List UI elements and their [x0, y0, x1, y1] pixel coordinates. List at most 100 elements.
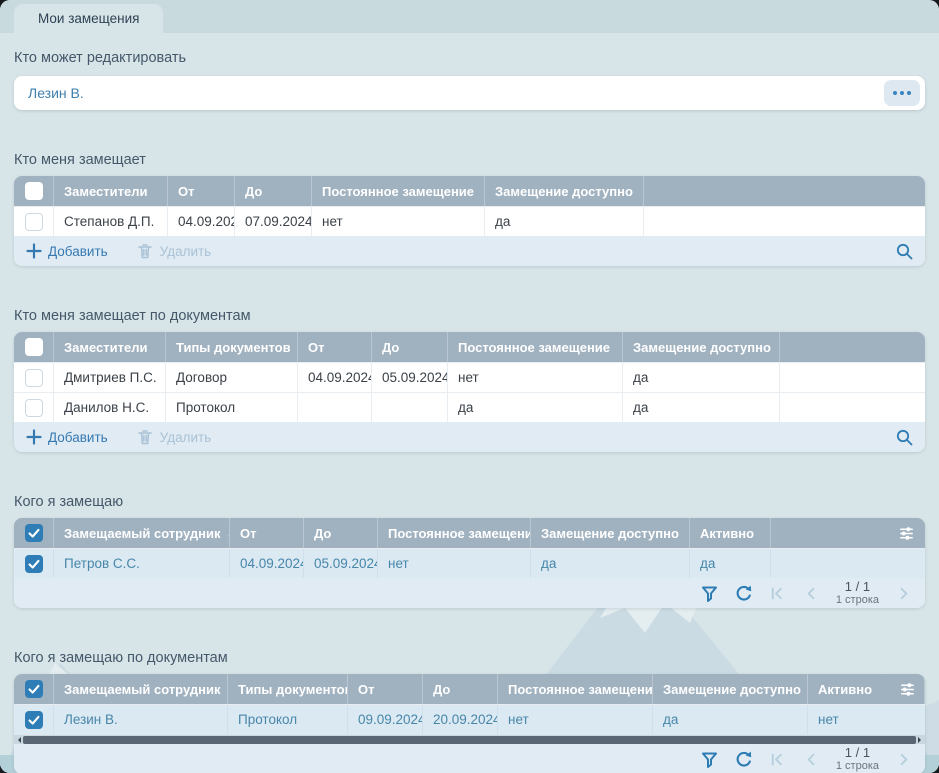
row-checkbox[interactable]: [25, 399, 43, 417]
delete-button-disabled[interactable]: Удалить: [136, 428, 212, 446]
row-checkbox-checked[interactable]: [25, 555, 43, 573]
first-page-button[interactable]: [768, 750, 787, 769]
column-header[interactable]: До: [372, 332, 448, 362]
next-page-button[interactable]: [894, 750, 913, 769]
cell-available: да: [623, 393, 780, 422]
column-header[interactable]: Заместители: [54, 176, 168, 206]
column-header[interactable]: До: [304, 518, 378, 548]
cell-permanent: нет: [448, 363, 623, 392]
table-row[interactable]: Данилов Н.С. Протокол да да: [14, 392, 925, 422]
more-options-button[interactable]: [884, 80, 920, 106]
cell-from: [298, 393, 372, 422]
select-all-checkbox-checked[interactable]: [25, 524, 43, 542]
plus-icon: [26, 243, 42, 259]
add-button[interactable]: Добавить: [26, 243, 108, 259]
ellipsis-icon: [907, 91, 911, 95]
column-header[interactable]: Постоянное замещение: [498, 674, 653, 704]
section-title-who-replaces-me-by-docs: Кто меня замещает по документам: [14, 308, 925, 324]
ellipsis-icon: [900, 91, 904, 95]
refresh-button[interactable]: [734, 584, 753, 603]
column-header-sorted[interactable]: Замещаемый сотрудник: [54, 674, 228, 704]
cell-active: да: [690, 549, 771, 578]
select-all-checkbox-checked[interactable]: [25, 680, 43, 698]
previous-page-button[interactable]: [802, 750, 821, 769]
editor-input[interactable]: Лезин В.: [14, 76, 925, 110]
table-row[interactable]: Степанов Д.П. 04.09.2024 07.09.2024 нет …: [14, 206, 925, 236]
cell-active: нет: [808, 705, 925, 734]
column-header[interactable]: Типы документов: [166, 332, 298, 362]
column-header[interactable]: Замещение доступно: [653, 674, 808, 704]
first-page-icon: [768, 750, 787, 769]
scrollbar-thumb[interactable]: [23, 736, 916, 744]
column-header[interactable]: От: [298, 332, 372, 362]
cell-to: [372, 393, 448, 422]
delete-button-disabled[interactable]: Удалить: [136, 242, 212, 260]
editor-input-value: Лезин В.: [28, 85, 884, 101]
scroll-right-arrow-icon[interactable]: [918, 737, 924, 743]
table-row-selected[interactable]: Лезин В. Протокол 09.09.2024 20.09.2024 …: [14, 704, 925, 734]
column-header[interactable]: Активно: [808, 674, 889, 704]
cell-available: да: [531, 549, 690, 578]
check-icon: [26, 556, 42, 572]
column-settings-icon[interactable]: [899, 681, 916, 698]
column-header[interactable]: Заместители: [54, 332, 166, 362]
column-header[interactable]: Типы документов: [228, 674, 348, 704]
cell-deputy: Данилов Н.С.: [54, 393, 166, 422]
search-button[interactable]: [895, 428, 913, 446]
row-checkbox[interactable]: [25, 369, 43, 387]
column-header[interactable]: От: [348, 674, 423, 704]
cell-available: да: [623, 363, 780, 392]
search-icon: [895, 428, 913, 446]
filter-icon: [700, 584, 719, 603]
column-header[interactable]: Замещение доступно: [623, 332, 780, 362]
cell-to: 05.09.2024: [372, 363, 448, 392]
table-row[interactable]: Дмитриев П.С. Договор 04.09.2024 05.09.2…: [14, 362, 925, 392]
first-page-icon: [768, 584, 787, 603]
cell-doc-types: Протокол: [228, 705, 348, 734]
next-page-button[interactable]: [894, 584, 913, 603]
column-header[interactable]: Постоянное замещение: [378, 518, 531, 548]
column-header[interactable]: От: [168, 176, 235, 206]
cell-available: да: [653, 705, 808, 734]
section-title-whom-i-replace-by-docs: Кого я замещаю по документам: [14, 650, 925, 666]
refresh-icon: [734, 750, 753, 769]
table-row-selected[interactable]: Петров С.С. 04.09.2024 05.09.2024 нет да…: [14, 548, 925, 578]
search-button[interactable]: [895, 242, 913, 260]
cell-permanent: нет: [498, 705, 653, 734]
tab-label: Мои замещения: [38, 11, 139, 26]
column-header[interactable]: От: [230, 518, 304, 548]
table-whom-i-replace-by-docs: Замещаемый сотрудник Типы документов От …: [14, 674, 925, 773]
select-all-checkbox[interactable]: [25, 182, 43, 200]
previous-page-button[interactable]: [802, 584, 821, 603]
filter-button[interactable]: [700, 750, 719, 769]
cell-deputy: Степанов Д.П.: [54, 207, 168, 236]
tab-my-substitutions[interactable]: Мои замещения: [14, 4, 163, 33]
refresh-button[interactable]: [734, 750, 753, 769]
column-settings-icon[interactable]: [898, 525, 915, 542]
row-checkbox[interactable]: [25, 213, 43, 231]
first-page-button[interactable]: [768, 584, 787, 603]
add-button[interactable]: Добавить: [26, 429, 108, 445]
column-header[interactable]: Активно: [690, 518, 771, 548]
plus-icon: [26, 429, 42, 445]
column-header[interactable]: Замещение доступно: [485, 176, 644, 206]
cell-from: 04.09.2024: [298, 363, 372, 392]
section-title-who-replaces-me: Кто меня замещает: [14, 152, 925, 168]
column-header-sorted[interactable]: Замещаемый сотрудник: [54, 518, 230, 548]
horizontal-scrollbar[interactable]: [14, 734, 925, 744]
add-button-label: Добавить: [48, 430, 108, 445]
row-checkbox-checked[interactable]: [25, 711, 43, 729]
column-header[interactable]: До: [235, 176, 312, 206]
chevron-right-icon: [894, 584, 913, 603]
cell-available: да: [485, 207, 644, 236]
select-all-checkbox[interactable]: [25, 338, 43, 356]
cell-deputy: Дмитриев П.С.: [54, 363, 166, 392]
column-header[interactable]: До: [423, 674, 498, 704]
cell-permanent: нет: [312, 207, 485, 236]
filter-button[interactable]: [700, 584, 719, 603]
column-header[interactable]: Замещение доступно: [531, 518, 690, 548]
column-header[interactable]: Постоянное замещение: [312, 176, 485, 206]
scroll-left-arrow-icon[interactable]: [15, 737, 21, 743]
column-header[interactable]: Постоянное замещение: [448, 332, 623, 362]
delete-button-label: Удалить: [160, 244, 212, 259]
